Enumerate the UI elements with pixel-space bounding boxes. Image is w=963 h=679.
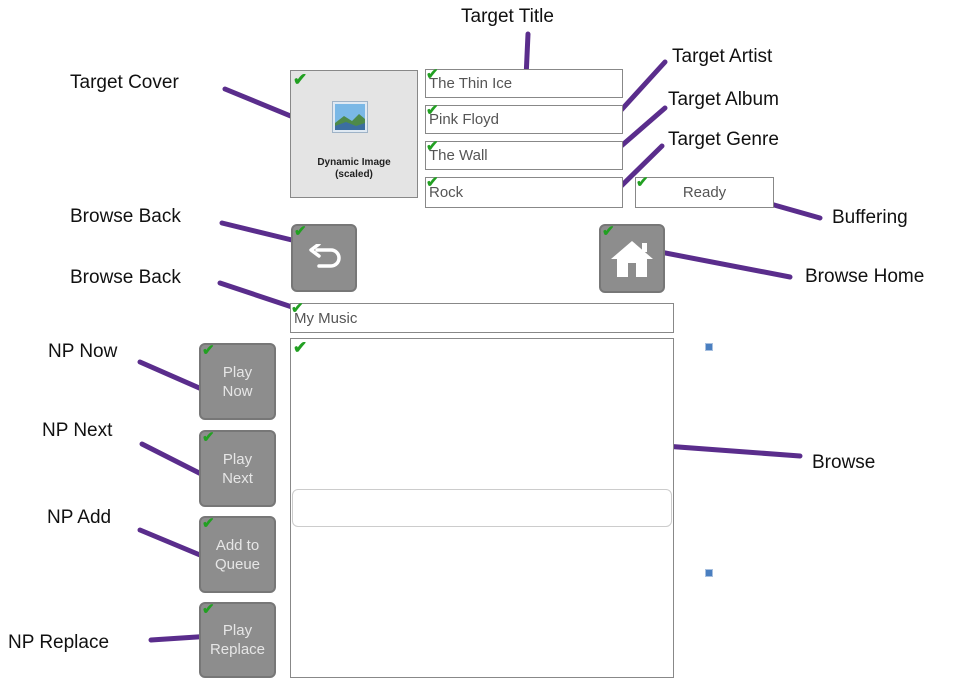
title-field: ✔ The Thin Ice xyxy=(425,66,623,98)
checkmark-icon: ✔ xyxy=(202,429,215,446)
play-now-button[interactable]: ✔ Play Now xyxy=(199,343,276,420)
home-icon xyxy=(611,240,653,277)
play-replace-label-line1: Play xyxy=(222,622,253,639)
browse-back-callout-2: Browse Back xyxy=(70,267,181,288)
checkmark-icon: ✔ xyxy=(202,342,215,359)
play-next-button[interactable]: ✔ Play Next xyxy=(199,430,276,507)
resize-handle[interactable] xyxy=(705,569,713,577)
browse-back-callout-line-1 xyxy=(219,220,299,244)
checkmark-icon: ✔ xyxy=(202,601,215,618)
buffering-status: ✔ Ready xyxy=(635,174,774,208)
browse-callout: Browse xyxy=(812,452,876,473)
image-placeholder-icon xyxy=(332,101,368,133)
browse-back-callout-1: Browse Back xyxy=(70,206,181,227)
browse-home-callout: Browse Home xyxy=(805,266,925,287)
target-album-callout: Target Album xyxy=(668,89,779,110)
browse-list[interactable]: ✔ xyxy=(290,338,674,678)
browse-home-button[interactable]: ✔ xyxy=(599,224,665,293)
target-cover-callout: Target Cover xyxy=(70,72,179,93)
checkmark-icon: ✔ xyxy=(636,174,649,191)
target-cover: ✔ Dynamic Image (scaled) xyxy=(290,70,418,198)
add-to-queue-button[interactable]: ✔ Add to Queue xyxy=(199,516,276,593)
genre-field: ✔ Rock xyxy=(425,174,623,208)
checkmark-icon: ✔ xyxy=(293,338,308,357)
target-title-callout: Target Title xyxy=(461,6,554,27)
play-next-label-line2: Next xyxy=(222,469,253,487)
buffering-callout: Buffering xyxy=(832,207,908,228)
browse-path-field: ✔ My Music xyxy=(290,300,674,333)
np-next-callout: NP Next xyxy=(42,420,113,441)
np-replace-callout: NP Replace xyxy=(8,632,110,653)
list-item[interactable] xyxy=(292,489,672,527)
add-to-queue-label-line2: Queue xyxy=(214,555,261,573)
target-genre-callout: Target Genre xyxy=(668,129,779,150)
cover-caption-line1: Dynamic Image xyxy=(317,157,391,168)
checkmark-icon: ✔ xyxy=(291,300,304,317)
checkmark-icon: ✔ xyxy=(426,174,439,191)
np-now-callout: NP Now xyxy=(48,341,118,362)
title-value: The Thin Ice xyxy=(429,75,513,92)
back-arrow-icon xyxy=(309,244,341,268)
checkmark-icon: ✔ xyxy=(293,70,308,89)
home-callout-line xyxy=(652,248,793,280)
browse-back-button[interactable]: ✔ xyxy=(291,224,357,292)
status-value: Ready xyxy=(682,184,727,201)
checkmark-icon: ✔ xyxy=(202,515,215,532)
album-field: ✔ The Wall xyxy=(425,138,623,170)
target-artist-callout: Target Artist xyxy=(672,46,773,67)
play-next-label-line1: Play xyxy=(222,450,253,468)
play-now-label-line2: Now xyxy=(222,382,253,400)
play-replace-button[interactable]: ✔ Play Replace xyxy=(199,602,276,678)
checkmark-icon: ✔ xyxy=(602,223,615,240)
checkmark-icon: ✔ xyxy=(294,223,307,240)
cover-caption-line2: (scaled) xyxy=(335,169,373,180)
add-to-queue-label-line1: Add to xyxy=(215,536,260,554)
checkmark-icon: ✔ xyxy=(426,102,439,119)
play-now-label-line1: Play xyxy=(222,363,253,381)
play-replace-label-line2: Replace xyxy=(209,641,266,658)
checkmark-icon: ✔ xyxy=(426,66,439,83)
resize-handle[interactable] xyxy=(705,343,713,351)
np-add-callout: NP Add xyxy=(47,507,112,528)
checkmark-icon: ✔ xyxy=(426,138,439,155)
artist-field: ✔ Pink Floyd xyxy=(425,102,623,134)
artist-value: Pink Floyd xyxy=(429,111,500,128)
